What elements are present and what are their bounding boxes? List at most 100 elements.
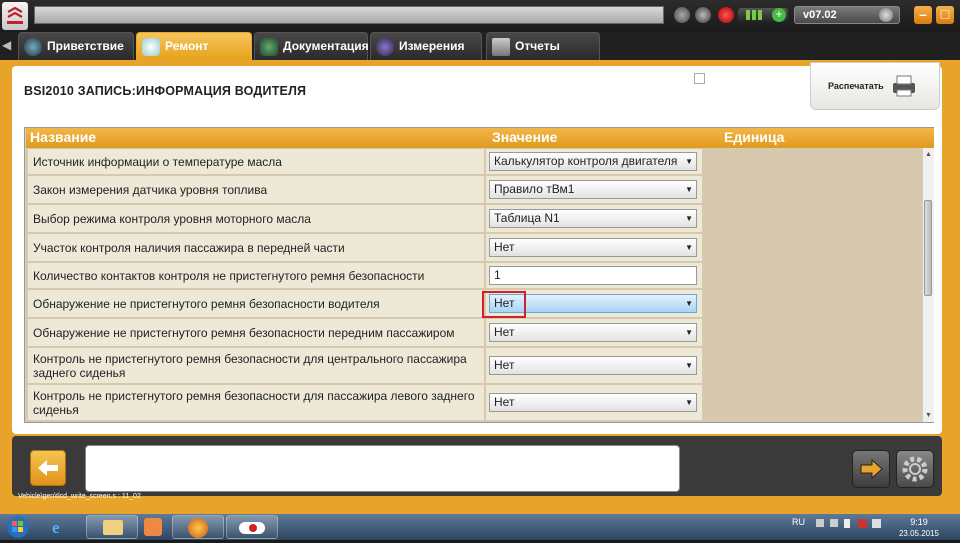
maximize-button[interactable]: □ [936,6,954,24]
row-name: Закон измерения датчика уровня топлива [28,176,484,203]
tab-label: Приветствие [47,39,124,53]
value-dropdown[interactable]: Правило тВм1 ▼ [489,180,697,199]
row-unit [704,205,922,232]
tab-repair[interactable]: Ремонт [136,32,252,60]
value-text: 1 [494,268,501,282]
row-value-cell: Нет ▼ [486,234,702,261]
user-icon[interactable] [695,7,711,23]
table-row: Контроль не пристегнутого ремня безопасн… [26,347,922,384]
header-value: Значение [492,129,558,145]
version-label: v07.02 [794,6,900,24]
version-text: v07.02 [803,9,837,21]
date-text: 23.05.2015 [898,529,940,538]
media-taskbar-button[interactable] [140,515,170,539]
value-dropdown[interactable]: Нет ▼ [489,393,697,412]
chevron-down-icon: ▼ [685,185,693,194]
table-row: Обнаружение не пристегнутого ремня безоп… [26,289,922,318]
tab-label: Ремонт [165,39,209,53]
nav-back-icon[interactable]: ◀ [2,38,16,54]
chevron-down-icon: ▼ [685,328,693,337]
row-unit [704,176,922,203]
value-dropdown[interactable]: Калькулятор контроля двигателя ▼ [489,152,697,171]
tab-measurements[interactable]: Измерения [370,32,482,60]
chevron-down-icon: ▼ [685,299,693,308]
row-unit [704,290,922,317]
back-button[interactable] [30,450,66,486]
tab-label: Отчеты [515,39,560,53]
table-row: Количество контактов контроля не пристег… [26,262,922,289]
ie-icon: e [52,518,60,537]
value-dropdown[interactable]: Нет ▼ [489,356,697,375]
row-name: Обнаружение не пристегнутого ремня безоп… [28,319,484,346]
scroll-thumb[interactable] [924,200,932,296]
info-icon[interactable] [879,8,893,22]
magnifier-icon [142,38,160,56]
value-dropdown[interactable]: Нет ▼ [489,323,697,342]
row-name: Контроль не пристегнутого ремня безопасн… [28,348,484,383]
table-body: Источник информации о температуре масла К… [26,148,922,422]
row-value-cell: 1 [486,263,702,288]
citroen-logo-icon[interactable] [2,2,28,30]
record-icon[interactable] [718,7,734,23]
diagbox-taskbar-button[interactable] [226,515,278,539]
value-text: Таблица N1 [494,211,560,225]
value-text: Нет [494,240,515,254]
document-icon [492,38,510,56]
download-icon[interactable] [674,7,690,23]
tab-reports[interactable]: Отчеты [486,32,600,60]
next-button[interactable] [852,450,890,488]
row-value-cell: Таблица N1 ▼ [486,205,702,232]
wave-icon [376,38,394,56]
tab-welcome[interactable]: Приветствие [18,32,134,60]
value-dropdown[interactable]: Таблица N1 ▼ [489,209,697,228]
value-text: Нет [494,358,515,372]
row-name: Количество контактов контроля не пристег… [28,263,484,288]
flag-icon [858,519,867,528]
scroll-down-icon[interactable]: ▼ [925,412,932,419]
table-row: Контроль не пристегнутого ремня безопасн… [26,421,922,422]
language-indicator[interactable]: RU [792,517,805,527]
clock[interactable]: 9:19 23.05.2015 [894,517,944,539]
chevron-down-icon: ▼ [685,243,693,252]
table-row: Выбор режима контроля уровня моторного м… [26,204,922,233]
battery-icon [844,519,850,528]
value-text: Нет [494,325,515,339]
checkbox[interactable] [694,73,705,84]
tab-label: Измерения [399,39,465,53]
table-row: Источник информации о температуре масла К… [26,148,922,175]
highlight-box [482,291,526,318]
row-value-cell: Калькулятор контроля двигателя ▼ [486,149,702,174]
value-input[interactable]: 1 [489,266,697,285]
chevron-down-icon: ▼ [685,214,693,223]
row-value-cell: Нет ▼ [486,385,702,420]
value-text: Нет [494,395,515,409]
value-text: Калькулятор контроля двигателя [494,154,678,168]
value-text: Правило тВм1 [494,182,575,196]
page-title: BSI2010 ЗАПИСЬ:ИНФОРМАЦИЯ ВОДИТЕЛЯ [24,84,307,98]
book-icon [260,38,278,56]
tray-icons[interactable] [812,517,882,529]
row-unit [704,149,922,174]
row-value-cell: Нет ▼ [482,290,702,318]
row-unit [704,348,922,383]
scroll-up-icon[interactable]: ▲ [925,151,932,158]
table-row: Участок контроля наличия пассажира в пер… [26,233,922,262]
tab-documentation[interactable]: Документация [254,32,369,60]
message-box [85,445,680,492]
row-unit [704,319,922,346]
start-button[interactable] [4,514,32,540]
title-field [34,6,664,24]
ie-taskbar-button[interactable]: e [40,515,84,539]
minimize-button[interactable]: – [914,6,932,24]
row-value-cell: Нет ▼ [486,348,702,383]
firefox-taskbar-button[interactable] [172,515,224,539]
settings-button[interactable] [896,450,934,488]
globe-icon [24,38,42,56]
value-dropdown[interactable]: Нет ▼ [489,238,697,257]
row-name: Источник информации о температуре масла [28,149,484,174]
header-name: Название [30,129,97,145]
explorer-taskbar-button[interactable] [86,515,138,539]
media-icon [144,518,162,536]
folder-icon [103,520,123,535]
printer-icon [893,75,915,97]
